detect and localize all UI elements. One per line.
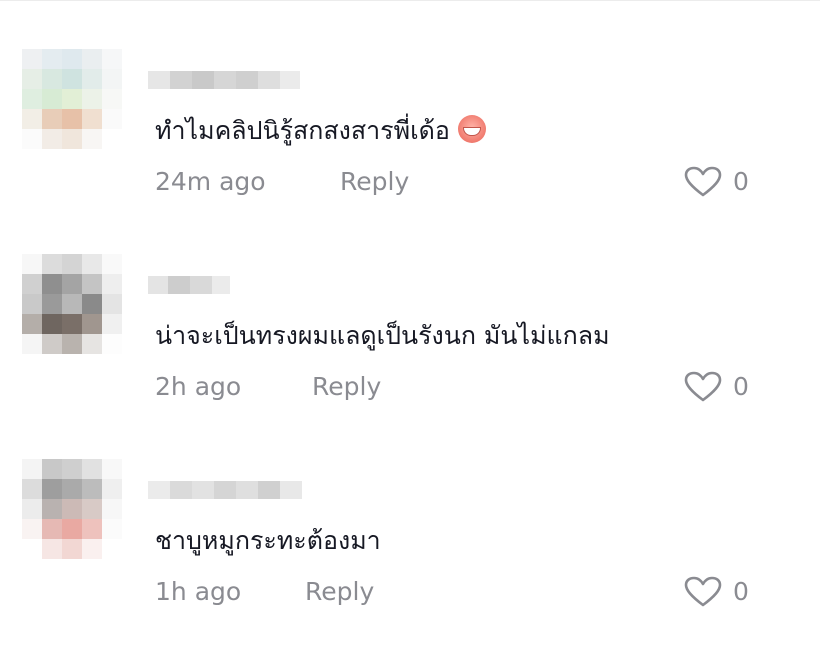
comment-timestamp: 2h ago <box>155 372 242 401</box>
comment-text-content: ทำไมคลิปนิรู้สกสงสารพี่เด้อ <box>155 116 450 145</box>
reply-button[interactable]: Reply <box>312 370 381 404</box>
comment-item: น่าจะเป็นทรงผมแลดูเป็นรังนก มันไม่แกลม 2… <box>0 246 820 446</box>
username-redacted[interactable] <box>148 65 328 95</box>
heart-outline-icon <box>684 576 722 607</box>
reply-button[interactable]: Reply <box>305 575 374 609</box>
comment-timestamp: 24m ago <box>155 167 266 196</box>
reply-button[interactable]: Reply <box>340 165 409 199</box>
like-button[interactable]: 0 <box>683 165 749 199</box>
comment-text: ชาบูหมูกระทะต้องมา <box>155 526 381 555</box>
like-button[interactable]: 0 <box>683 370 749 404</box>
comment-item: ชาบูหมูกระทะต้องมา 1h ago Reply 0 <box>0 451 820 650</box>
like-count: 0 <box>733 167 749 196</box>
avatar[interactable] <box>22 459 122 559</box>
like-count: 0 <box>733 372 749 401</box>
comment-list: ทำไมคลิปนิรู้สกสงสารพี่เด้อ 24m ago Repl… <box>0 0 820 650</box>
comment-timestamp: 1h ago <box>155 577 242 606</box>
comment-text: น่าจะเป็นทรงผมแลดูเป็นรังนก มันไม่แกลม <box>155 321 610 350</box>
username-redacted[interactable] <box>148 270 328 300</box>
avatar[interactable] <box>22 254 122 354</box>
heart-outline-icon <box>684 166 722 197</box>
heart-outline-icon <box>684 371 722 402</box>
comment-text: ทำไมคลิปนิรู้สกสงสารพี่เด้อ <box>155 114 486 148</box>
username-redacted[interactable] <box>148 475 328 505</box>
like-button[interactable]: 0 <box>683 575 749 609</box>
grinning-face-emoji-icon <box>457 115 486 143</box>
comment-item: ทำไมคลิปนิรู้สกสงสารพี่เด้อ 24m ago Repl… <box>0 41 820 241</box>
avatar[interactable] <box>22 49 122 149</box>
like-count: 0 <box>733 577 749 606</box>
